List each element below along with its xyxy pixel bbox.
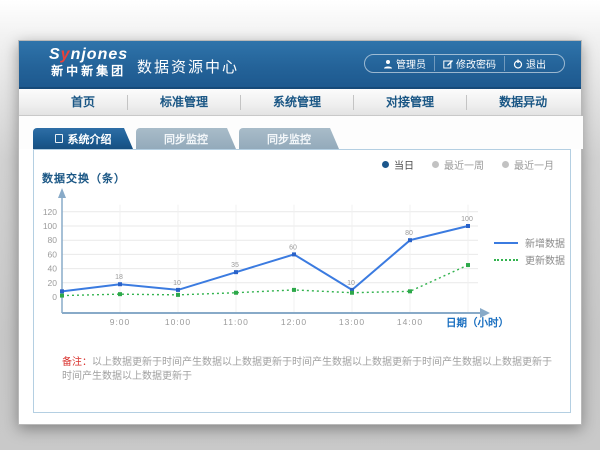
admin-user-label: 管理员 [396, 56, 426, 71]
nav-item-home[interactable]: 首页 [39, 95, 128, 110]
document-icon [55, 134, 63, 143]
power-icon [513, 59, 523, 69]
filter-last-month[interactable]: 最近一月 [502, 157, 554, 172]
filter-today-label: 当日 [394, 157, 414, 172]
svg-text:35: 35 [231, 262, 239, 269]
tab-system-intro[interactable]: 系统介绍 [33, 128, 133, 149]
tab-bar: 系统介绍 同步监控 同步监控 [19, 116, 583, 149]
line-chart: 0 20 40 60 80 100 120 9:00 10:00 11:00 12:00 13:00 1… [34, 186, 572, 336]
content-panel: 当日 最近一周 最近一月 数据交换（条） 0 20 40 60 80 100 120 9:00… [33, 149, 571, 413]
filter-last-month-label: 最近一月 [514, 157, 554, 172]
svg-text:9:00: 9:00 [110, 317, 131, 327]
svg-text:120: 120 [43, 207, 57, 217]
user-icon [383, 59, 393, 69]
svg-text:100: 100 [43, 221, 57, 231]
svg-text:60: 60 [289, 244, 297, 251]
y-axis-title: 数据交换（条） [42, 170, 126, 186]
app-window: Synjones 新中新集团 数据资源中心 管理员 修改密码 退出 首页 标准管… [18, 40, 582, 425]
logo-suffix: njones [71, 46, 129, 63]
footnote-text: 以上数据更新于时间产生数据以上数据更新于时间产生数据以上数据更新于时间产生数据以… [62, 357, 552, 382]
svg-text:60: 60 [48, 249, 58, 259]
svg-text:13:00: 13:00 [339, 317, 365, 327]
filter-last-week[interactable]: 最近一周 [432, 157, 484, 172]
legend-line-dotted-icon [494, 259, 518, 261]
svg-text:12:00: 12:00 [281, 317, 307, 327]
legend-row-update-data: 更新数据 [494, 251, 565, 268]
user-toolbar: 管理员 修改密码 退出 [364, 54, 565, 73]
svg-text:10: 10 [173, 280, 181, 287]
nav-item-data-change[interactable]: 数据异动 [467, 95, 579, 110]
time-range-filters: 当日 最近一周 最近一月 [382, 157, 554, 172]
svg-text:日期（小时）: 日期（小时） [446, 316, 509, 329]
svg-text:10:00: 10:00 [165, 317, 191, 327]
svg-text:0: 0 [52, 292, 57, 302]
svg-text:11:00: 11:00 [223, 317, 249, 327]
admin-user-button[interactable]: 管理员 [375, 56, 434, 71]
app-header: Synjones 新中新集团 数据资源中心 管理员 修改密码 退出 [19, 41, 581, 89]
legend-row-new-data: 新增数据 [494, 234, 565, 251]
svg-text:40: 40 [48, 264, 58, 274]
footnote-prefix: 备注： [62, 357, 92, 368]
tab-sync-monitor-1[interactable]: 同步监控 [136, 128, 236, 149]
chart-legend: 新增数据 更新数据 [494, 234, 565, 268]
filter-today[interactable]: 当日 [382, 157, 414, 172]
page-title: 数据资源中心 [137, 56, 239, 77]
legend-label-new-data: 新增数据 [525, 235, 565, 250]
tab-sync-monitor-2[interactable]: 同步监控 [239, 128, 339, 149]
nav-item-standard-mgmt[interactable]: 标准管理 [128, 95, 241, 110]
logo-text: Synjones [49, 46, 128, 64]
svg-text:14:00: 14:00 [397, 317, 423, 327]
edit-icon [443, 59, 453, 69]
main-nav: 首页 标准管理 系统管理 对接管理 数据异动 [19, 89, 581, 116]
svg-text:100: 100 [461, 216, 473, 223]
logout-label: 退出 [526, 56, 546, 71]
svg-text:20: 20 [48, 278, 58, 288]
svg-text:80: 80 [48, 235, 58, 245]
radio-dot-icon [502, 161, 509, 168]
legend-line-solid-icon [494, 242, 518, 244]
svg-text:80: 80 [405, 230, 413, 237]
tab-system-intro-label: 系统介绍 [68, 131, 112, 147]
nav-item-interface-mgmt[interactable]: 对接管理 [354, 95, 467, 110]
logo-prefix: S [49, 46, 61, 63]
legend-label-update-data: 更新数据 [525, 252, 565, 267]
svg-text:10: 10 [347, 280, 355, 287]
filter-last-week-label: 最近一周 [444, 157, 484, 172]
chart-canvas: 0 20 40 60 80 100 120 9:00 10:00 11:00 12:00 13:00 1… [34, 186, 572, 336]
company-logo: Synjones 新中新集团 [49, 46, 128, 78]
tab-sync-monitor-1-label: 同步监控 [164, 131, 208, 147]
svg-text:18: 18 [115, 274, 123, 281]
logout-button[interactable]: 退出 [504, 56, 554, 71]
radio-dot-icon [432, 161, 439, 168]
logo-accent: y [61, 46, 71, 63]
change-password-label: 修改密码 [456, 56, 496, 71]
nav-item-system-mgmt[interactable]: 系统管理 [241, 95, 354, 110]
tab-sync-monitor-2-label: 同步监控 [267, 131, 311, 147]
footnote: 备注：以上数据更新于时间产生数据以上数据更新于时间产生数据以上数据更新于时间产生… [62, 356, 552, 384]
logo-cn-text: 新中新集团 [49, 64, 128, 78]
radio-dot-icon [382, 161, 389, 168]
change-password-button[interactable]: 修改密码 [434, 56, 504, 71]
